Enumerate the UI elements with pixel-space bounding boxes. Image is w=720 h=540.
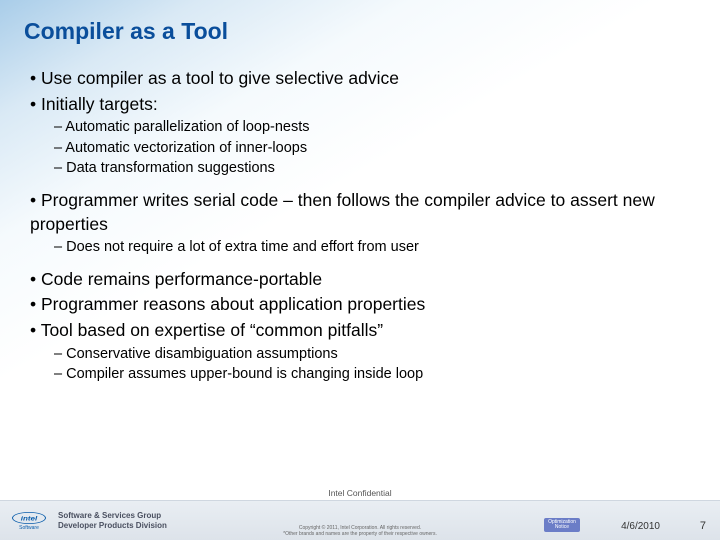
sub-bullet-item: Data transformation suggestions xyxy=(54,159,696,179)
bullet-item: Programmer writes serial code – then fol… xyxy=(30,189,696,236)
bullet-item: Use compiler as a tool to give selective… xyxy=(30,67,696,91)
copyright-l2: *Other brands and names are the property… xyxy=(283,532,437,538)
sub-bullet-item: Automatic vectorization of inner-loops xyxy=(54,139,696,159)
intel-logo-text: intel xyxy=(12,512,46,524)
confidential-label: Intel Confidential xyxy=(328,488,391,498)
slide-date: 4/6/2010 xyxy=(621,521,660,532)
sub-bullet-item: Automatic parallelization of loop-nests xyxy=(54,118,696,138)
group-line2: Developer Products Division xyxy=(58,521,167,531)
group-info: Software & Services Group Developer Prod… xyxy=(58,511,167,530)
sub-bullet-item: Conservative disambiguation assumptions xyxy=(54,345,696,365)
bullet-item: Tool based on expertise of “common pitfa… xyxy=(30,319,696,343)
bullet-item: Initially targets: xyxy=(30,93,696,117)
bullet-item: Code remains performance-portable xyxy=(30,268,696,292)
group-line1: Software & Services Group xyxy=(58,511,167,521)
copyright-text: Copyright © 2011, Intel Corporation. All… xyxy=(283,526,437,537)
sub-bullet-item: Compiler assumes upper-bound is changing… xyxy=(54,365,696,385)
intel-logo-sub: Software xyxy=(19,525,39,531)
page-number: 7 xyxy=(700,520,706,532)
footer-bar: intel Software Software & Services Group… xyxy=(0,500,720,540)
optimization-notice-badge: Optimization Notice xyxy=(544,518,580,532)
slide-title: Compiler as a Tool xyxy=(24,18,696,45)
intel-logo-icon: intel Software xyxy=(10,509,48,533)
bullet-item: Programmer reasons about application pro… xyxy=(30,293,696,317)
slide-body: Compiler as a Tool Use compiler as a too… xyxy=(0,0,720,385)
sub-bullet-item: Does not require a lot of extra time and… xyxy=(54,238,696,258)
